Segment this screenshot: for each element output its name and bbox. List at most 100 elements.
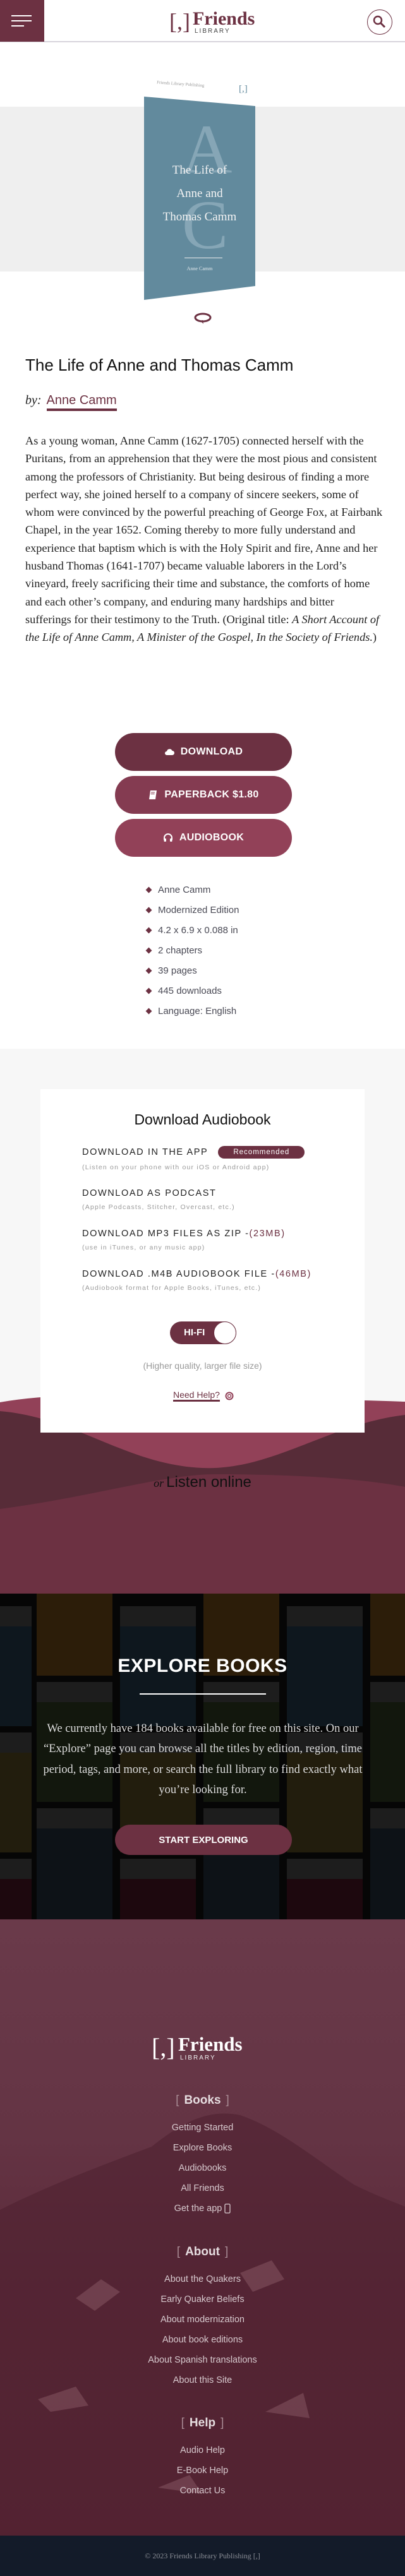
copyright: © 2023 Friends Library Publishing [,]: [0, 2536, 405, 2576]
footer-link[interactable]: Contact Us: [0, 2481, 405, 2501]
explore-divider: [140, 1693, 266, 1695]
logo-mark: [,]: [169, 9, 190, 34]
diamond-bullet-icon: [145, 927, 152, 933]
footer-link[interactable]: Explore Books: [0, 2138, 405, 2158]
meta-text: Modernized Edition: [158, 904, 239, 915]
explore-text: We currently have 184 books available fo…: [43, 1722, 363, 1797]
book-cover[interactable]: A C The Life of Anne and Thomas Camm Ann…: [144, 97, 255, 300]
heading-text: About: [185, 2245, 220, 2258]
book-title: The Life of Anne and Thomas Camm: [25, 355, 294, 374]
cover-author: Anne Camm: [186, 266, 213, 271]
footer-link[interactable]: About Spanish translations: [0, 2350, 405, 2370]
audiobook-label: AUDIOBOOK: [179, 832, 245, 843]
footer-link[interactable]: About this Site: [0, 2370, 405, 2390]
footer-link[interactable]: Getting Started: [0, 2118, 405, 2138]
download-label: DOWNLOAD: [180, 746, 243, 757]
cover-title-line: Thomas Camm: [162, 210, 237, 224]
footer-link[interactable]: Early Quaker Beliefs: [0, 2289, 405, 2310]
byline: by: Anne Camm: [25, 393, 117, 411]
phone-icon: [224, 2203, 231, 2214]
logo-mark: [,]: [152, 2033, 175, 2061]
file-size: (46MB): [275, 1269, 311, 1279]
option-sub: (use in iTunes, or any music app): [82, 1244, 205, 1251]
help-label: Need Help?: [173, 1390, 220, 1402]
toggle-knob: [214, 1321, 236, 1344]
logo-sub: LIBRARY: [180, 2054, 216, 2061]
book-meta-list: Anne Camm Modernized Edition 4.2 x 6.9 x…: [145, 880, 239, 1021]
meta-text: Language: English: [158, 1005, 237, 1017]
recommended-badge: Recommended: [218, 1146, 305, 1159]
by-label: by:: [25, 393, 42, 407]
download-app-option[interactable]: DOWNLOAD IN THE APP Recommended (Listen o…: [82, 1146, 305, 1171]
diamond-bullet-icon: [145, 886, 152, 893]
hamburger-icon-line: [11, 25, 24, 27]
audiobook-button[interactable]: AUDIOBOOK: [115, 819, 292, 857]
book-description: As a young woman, Anne Camm (1627-1705) …: [25, 432, 383, 647]
meta-item: 445 downloads: [145, 981, 239, 1001]
meta-item: Language: English: [145, 1001, 239, 1021]
listen-online-link[interactable]: or Listen online: [0, 1474, 405, 1491]
meta-item: Modernized Edition: [145, 900, 239, 920]
meta-item: 39 pages: [145, 960, 239, 981]
paperback-label: PAPERBACK $1.80: [164, 789, 259, 800]
option-sub: (Apple Podcasts, Stitcher, Overcast, etc…: [82, 1203, 235, 1211]
footer-link[interactable]: About the Quakers: [0, 2269, 405, 2289]
meta-text: 39 pages: [158, 965, 197, 976]
search-icon: [373, 15, 386, 28]
footer-link[interactable]: E-Book Help: [0, 2460, 405, 2481]
footer-link[interactable]: All Friends: [0, 2178, 405, 2198]
card-title: Download Audiobook: [134, 1111, 271, 1128]
meta-text: 2 chapters: [158, 945, 203, 956]
need-help-link[interactable]: Need Help?: [173, 1390, 234, 1402]
quality-note: (Higher quality, larger file size): [143, 1361, 262, 1371]
heading-text: Help: [189, 2416, 216, 2430]
meta-item: 4.2 x 6.9 x 0.088 in: [145, 920, 239, 940]
footer-link[interactable]: Audio Help: [0, 2440, 405, 2460]
cover-title-line: The Life of: [172, 164, 227, 177]
meta-item: Anne Camm: [145, 880, 239, 900]
site-logo[interactable]: [,] Friends LIBRARY: [169, 9, 259, 35]
footer-link-get-app[interactable]: Get the app: [0, 2198, 405, 2219]
footer-link[interactable]: About book editions: [0, 2330, 405, 2350]
book-icon: [149, 790, 157, 799]
meta-text: 445 downloads: [158, 985, 222, 996]
diamond-bullet-icon: [145, 1008, 152, 1014]
cloud-icon: [164, 749, 174, 755]
footer-heading: [About]: [176, 2245, 229, 2258]
author-link[interactable]: Anne Camm: [46, 393, 117, 411]
footer-section-about: [About] About the Quakers Early Quaker B…: [0, 2239, 405, 2390]
headphones-icon: [163, 833, 172, 842]
heading-text: Books: [184, 2094, 221, 2107]
footer-link[interactable]: About modernization: [0, 2310, 405, 2330]
cover-publisher: Friends Library Publishing: [156, 80, 205, 88]
description-end: ): [372, 631, 377, 644]
footer-link[interactable]: Audiobooks: [0, 2158, 405, 2178]
logo-sub: LIBRARY: [195, 28, 231, 35]
logo-name: Friends: [178, 2033, 243, 2055]
footer-section-help: [Help] Audio Help E-Book Help Contact Us: [0, 2411, 405, 2501]
menu-button[interactable]: [0, 0, 44, 42]
description-text: As a young woman, Anne Camm (1627-1705) …: [25, 434, 383, 626]
download-m4b-option[interactable]: DOWNLOAD .M4B AUDIOBOOK FILE - (46MB) (A…: [82, 1269, 311, 1292]
meta-item: 2 chapters: [145, 940, 239, 960]
download-button[interactable]: DOWNLOAD: [115, 733, 292, 771]
hifi-toggle[interactable]: HI-FI: [170, 1321, 236, 1344]
start-exploring-button[interactable]: START EXPLORING: [115, 1825, 292, 1855]
file-size: (23MB): [249, 1229, 286, 1239]
toggle-label: HI-FI: [184, 1327, 205, 1338]
rotate-icon: [194, 313, 212, 324]
hamburger-icon-line: [11, 20, 32, 21]
footer-logo[interactable]: [,] Friends LIBRARY: [152, 2033, 254, 2063]
download-mp3-zip-option[interactable]: DOWNLOAD MP3 FILES AS ZIP - (23MB) (use …: [82, 1229, 286, 1251]
rotate-cover-button[interactable]: [193, 312, 212, 326]
download-podcast-option[interactable]: DOWNLOAD AS PODCAST (Apple Podcasts, Sti…: [82, 1188, 235, 1211]
search-button[interactable]: [367, 9, 392, 35]
meta-text: 4.2 x 6.9 x 0.088 in: [158, 924, 238, 936]
option-sub: (Audiobook format for Apple Books, iTune…: [82, 1284, 262, 1292]
paperback-button[interactable]: PAPERBACK $1.80: [115, 776, 292, 814]
link-text: Get the app: [174, 2203, 222, 2214]
diamond-bullet-icon: [145, 987, 152, 994]
footer-section-books: [Books] Getting Started Explore Books Au…: [0, 2088, 405, 2219]
cover-title-line: Anne and: [176, 187, 223, 200]
option-label: DOWNLOAD .M4B AUDIOBOOK FILE -: [82, 1269, 275, 1279]
